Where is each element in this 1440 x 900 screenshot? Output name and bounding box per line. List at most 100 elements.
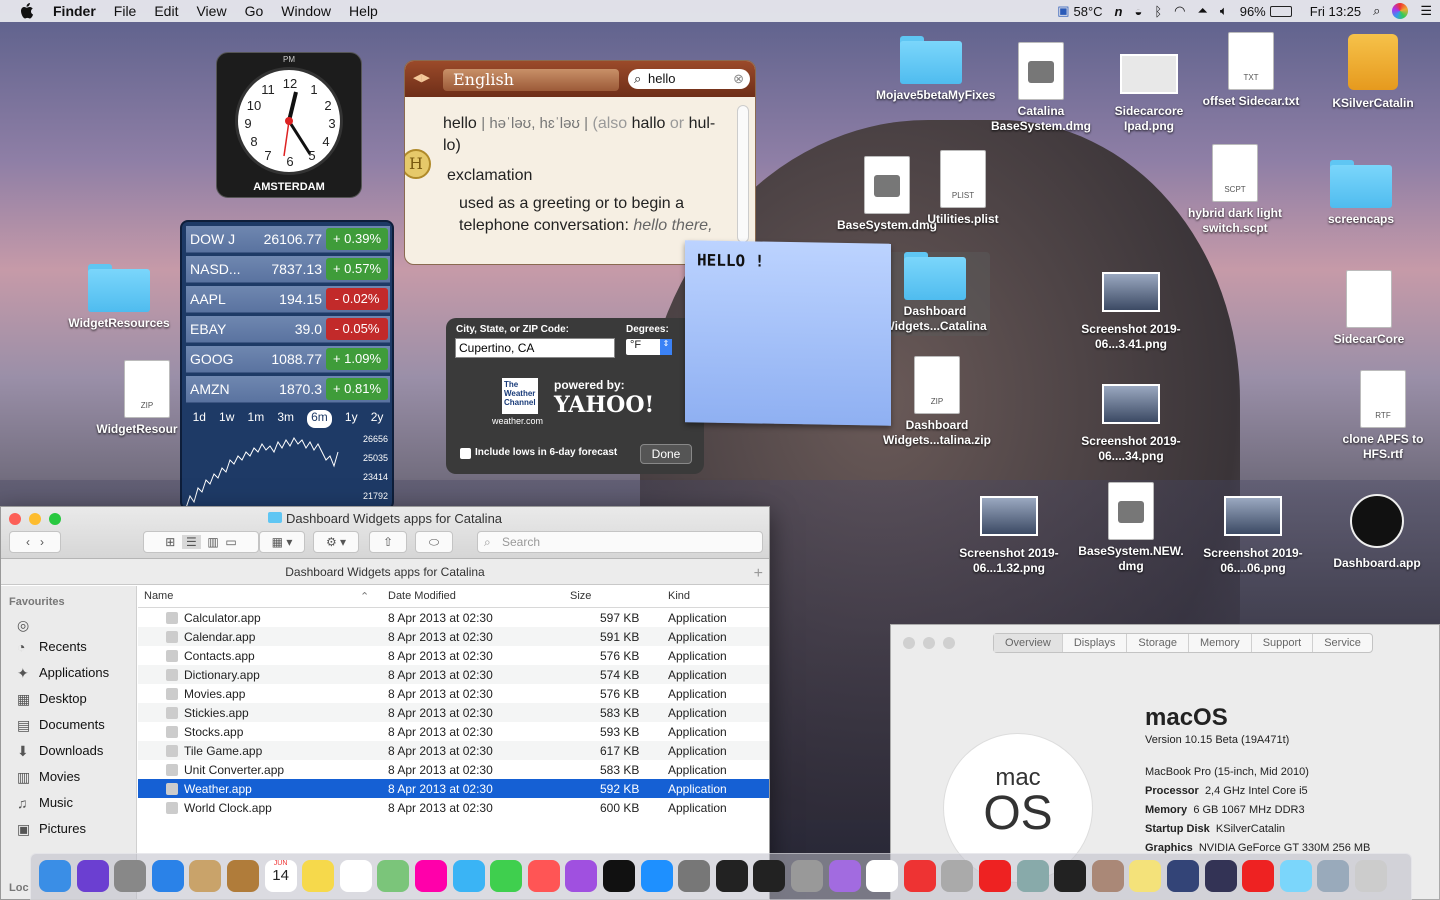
sidebar-item-music[interactable]: ♫ Music [1, 790, 136, 816]
music-icon[interactable] [527, 860, 560, 892]
range-1d[interactable]: 1d [193, 410, 206, 428]
stock-row[interactable]: EBAY 39.0- 0.05% [186, 316, 390, 343]
range-1m[interactable]: 1m [248, 410, 265, 428]
stock-row[interactable]: DOW J 26106.77 + 0.39% [186, 226, 390, 253]
stock-row[interactable]: NASD... 7837.13 + 0.57% [186, 256, 390, 283]
messages-icon[interactable] [452, 860, 485, 892]
disk-utility-icon[interactable] [791, 860, 823, 892]
dictionary-widget[interactable]: ◀▶ English ⌕ hello ⊗ H hello | həˈləʊ, hɛˈ… [404, 60, 756, 265]
sticky-note-widget[interactable]: HELLO ! [685, 240, 891, 426]
range-6m[interactable]: 6m [307, 410, 332, 428]
tags-button[interactable]: ⬭ [415, 531, 453, 553]
view-mode-segment[interactable]: ⊞ ☰ ▥ ▭ [143, 531, 259, 553]
desktop-icon-item[interactable]: Dashboard.app [1322, 494, 1432, 571]
sidebar-item-recents[interactable]: ◔ Recents [1, 634, 136, 660]
action-gear-button[interactable]: ⚙ ▾ [313, 531, 359, 553]
photos-icon[interactable] [415, 860, 447, 892]
scrollbar[interactable] [737, 105, 749, 243]
tab-displays[interactable]: Displays [1063, 634, 1128, 652]
finder-icon[interactable] [39, 860, 71, 892]
dictionary-search-input[interactable]: ⌕ hello ⊗ [628, 69, 750, 89]
language-select[interactable]: English [443, 69, 619, 91]
desktop-icon-item-selected[interactable]: Dashboard Widgets...Catalina [880, 252, 990, 336]
range-3m[interactable]: 3m [277, 410, 294, 428]
desktop-icon-item[interactable]: Screenshot 2019-06...1.32.png [954, 490, 1064, 576]
include-lows-checkbox[interactable] [460, 448, 471, 459]
world-clock-widget[interactable]: PM 12 1 2 3 4 5 6 7 8 9 10 11 AMSTERDAM [216, 52, 362, 198]
stickies-icon[interactable] [1129, 860, 1162, 892]
degrees-select[interactable]: °F ⇕ [626, 339, 672, 355]
sidebar-item-applications[interactable]: ✦ Applications [1, 660, 136, 686]
bluetooth-icon[interactable]: ᛒ [1154, 4, 1162, 19]
column-name[interactable]: Name [144, 590, 173, 602]
airdrop-item[interactable]: ◎ [1, 612, 136, 634]
reminders-icon[interactable] [339, 860, 372, 892]
desktop-icon-item[interactable]: SCPT hybrid dark light switch.scpt [1180, 144, 1290, 236]
table-row[interactable]: World Clock.app 8 Apr 2013 at 02:30 600 … [138, 798, 769, 817]
facetime-icon[interactable] [490, 860, 523, 892]
clock[interactable]: Fri 13:25 [1310, 4, 1361, 19]
dictionary-icon[interactable] [941, 860, 974, 892]
stock-row[interactable]: GOOG 1088.77 + 1.09% [186, 346, 390, 373]
table-row[interactable]: Dictionary.app 8 Apr 2013 at 02:30 574 K… [138, 665, 769, 684]
tab-support[interactable]: Support [1252, 634, 1314, 652]
clock-icon[interactable] [1054, 860, 1087, 892]
stock-row[interactable]: AAPL 194.15- 0.02% [186, 286, 390, 313]
finder-search-input[interactable]: ⌕ Search [477, 531, 763, 553]
desktop-icon-item[interactable]: KSilverCatalin [1318, 34, 1428, 111]
siri-icon[interactable] [76, 860, 109, 892]
safari-icon[interactable] [151, 860, 184, 892]
done-button[interactable]: Done [640, 444, 692, 464]
desktop-icon-item[interactable]: Mojave5betaMyFixes [876, 36, 995, 103]
desktop-icon-item[interactable]: screencaps [1306, 160, 1416, 227]
desktop-icon-item[interactable]: ZIP Dashboard Widgets...talina.zip [882, 356, 992, 448]
wifi-icon[interactable]: ◠ [1174, 3, 1185, 19]
sidebar-item-downloads[interactable]: ⬇ Downloads [1, 738, 136, 764]
stop-icon[interactable] [979, 860, 1011, 892]
contacts-icon[interactable] [227, 860, 259, 892]
stocks-widget[interactable]: DOW J 26106.77 + 0.39% NASD... 7837.13 + 0.5… [180, 220, 394, 510]
sidebar-item-pictures[interactable]: ▣ Pictures [1, 816, 136, 842]
clear-icon[interactable]: ⊗ [733, 69, 744, 89]
table-row[interactable]: Stocks.app 8 Apr 2013 at 02:30 593 KB Ap… [138, 722, 769, 741]
tab-storage[interactable]: Storage [1127, 634, 1189, 652]
stock-row[interactable]: AMZN 1870.3 + 0.81% [186, 376, 390, 403]
menu-go[interactable]: Go [236, 3, 273, 19]
maps-icon[interactable] [377, 860, 410, 892]
ibooks-icon[interactable] [1167, 860, 1199, 892]
tab-memory[interactable]: Memory [1189, 634, 1252, 652]
weather-widget-settings[interactable]: City, State, or ZIP Code: Degrees: °F ⇕ T… [446, 318, 704, 474]
ruler-icon[interactable] [1091, 860, 1124, 892]
podcasts-icon[interactable] [565, 860, 598, 892]
notification-center-icon[interactable]: ☰ [1420, 3, 1432, 19]
calendar-icon[interactable]: JUN 14 [264, 860, 297, 892]
desktop-icon-item[interactable]: Sidecarcore Ipad.png [1094, 48, 1204, 134]
volume-icon[interactable]: 🔈︎ [1220, 3, 1228, 19]
table-row[interactable]: Weather.app 8 Apr 2013 at 02:30 592 KB A… [138, 779, 769, 798]
tv-icon[interactable] [603, 860, 635, 892]
menu-help[interactable]: Help [340, 3, 387, 19]
back-forward-buttons[interactable]: ‹ › [9, 531, 61, 553]
app-store-icon[interactable] [640, 860, 673, 892]
textedit-icon[interactable] [866, 860, 899, 892]
column-size[interactable]: Size [570, 590, 591, 602]
table-row[interactable]: Stickies.app 8 Apr 2013 at 02:30 583 KB … [138, 703, 769, 722]
menu-view[interactable]: View [187, 3, 235, 19]
feedback-icon[interactable] [828, 860, 861, 892]
add-tab-button[interactable]: + [754, 561, 763, 587]
news-icon[interactable] [903, 860, 936, 892]
terminal-icon[interactable] [715, 860, 748, 892]
close-button[interactable] [903, 637, 915, 649]
tab-overview[interactable]: Overview [994, 634, 1063, 652]
sidebar-item-movies[interactable]: ▥ Movies [1, 764, 136, 790]
desktop-icon-item[interactable]: TXT offset Sidecar.txt [1196, 32, 1306, 109]
range-2y[interactable]: 2y [371, 410, 384, 428]
menu-window[interactable]: Window [272, 3, 340, 19]
apple-icon[interactable] [20, 3, 34, 19]
minimize-button[interactable] [923, 637, 935, 649]
table-row[interactable]: Calendar.app 8 Apr 2013 at 02:30 591 KB … [138, 627, 769, 646]
launchpad-icon[interactable] [114, 860, 147, 892]
cloud-icon[interactable]: ◒ [1134, 4, 1142, 19]
table-row[interactable]: Calculator.app 8 Apr 2013 at 02:30 597 K… [138, 608, 769, 627]
table-row[interactable]: Tile Game.app 8 Apr 2013 at 02:30 617 KB… [138, 741, 769, 760]
